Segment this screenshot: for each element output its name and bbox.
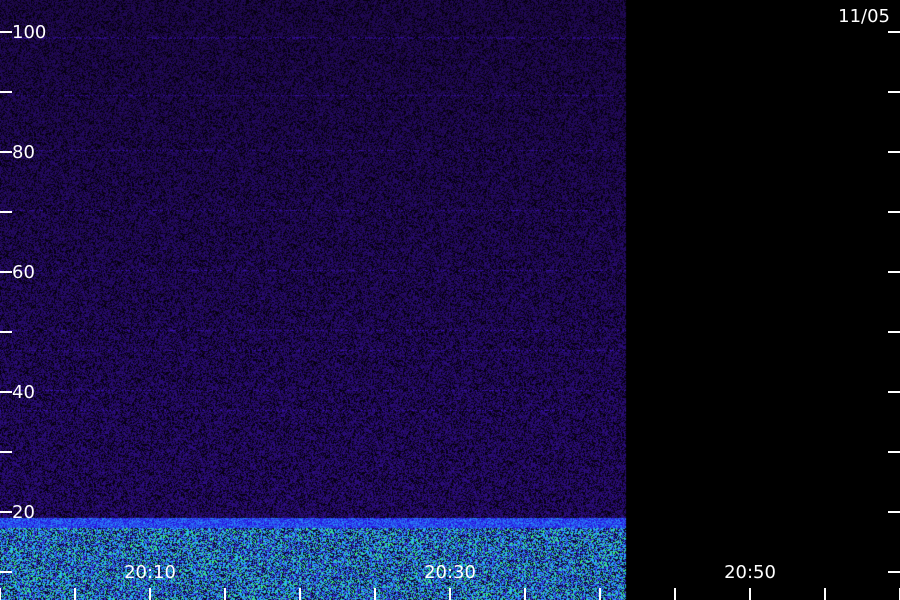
y-tick-label: 80 — [12, 142, 35, 163]
spectrogram-chart: 100 80 60 40 20 20:10 20:30 20:50 11/05 — [0, 0, 900, 600]
x-tick-label: 20:10 — [124, 562, 176, 583]
y-tick-label: 20 — [12, 502, 35, 523]
y-tick-label: 100 — [12, 22, 46, 43]
date-label: 11/05 — [838, 6, 890, 27]
x-tick-label: 20:50 — [724, 562, 776, 583]
y-tick-label: 60 — [12, 262, 35, 283]
y-tick-label: 40 — [12, 382, 35, 403]
x-tick-label: 20:30 — [424, 562, 476, 583]
axis-overlay: 100 80 60 40 20 20:10 20:30 20:50 — [0, 22, 900, 600]
